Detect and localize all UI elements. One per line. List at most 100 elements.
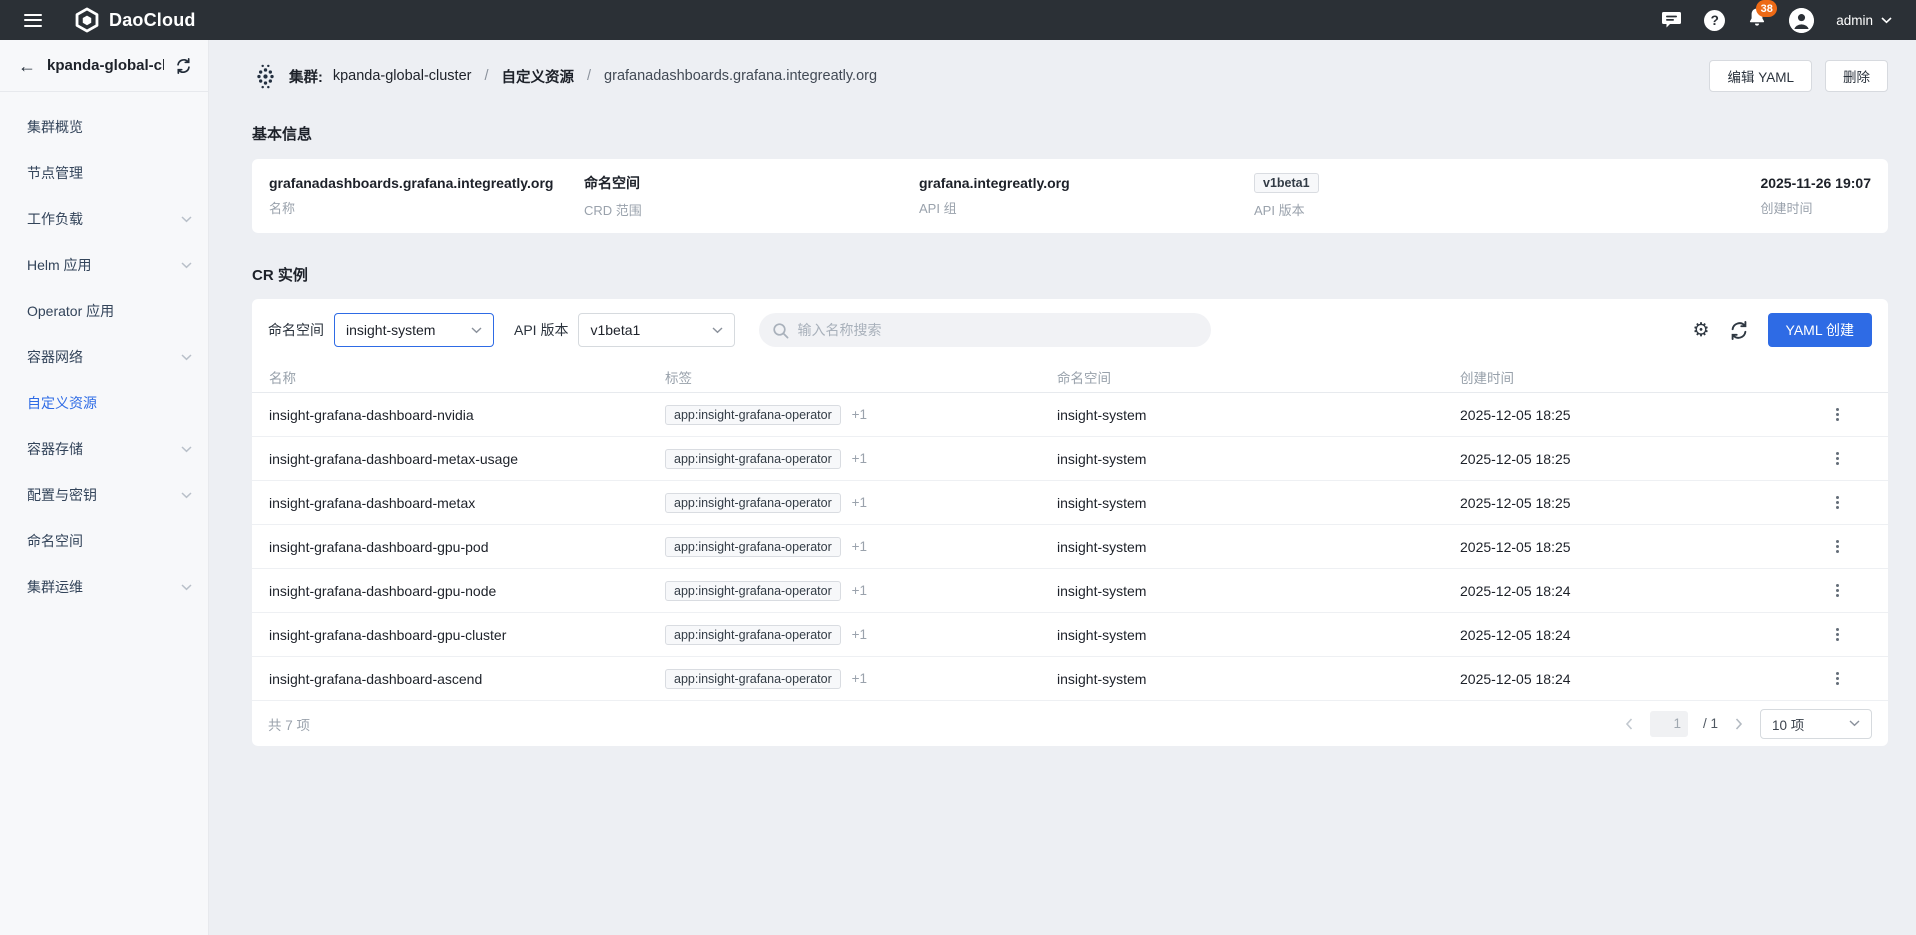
table-body: insight-grafana-dashboard-nvidia app:ins… [252, 393, 1888, 701]
cluster-name: kpanda-global-cl... [47, 57, 164, 74]
sidebar-item[interactable]: 集群概览 [0, 104, 208, 150]
label-more-count: +1 [852, 407, 867, 422]
sidebar-item-label: 节点管理 [27, 163, 192, 183]
column-header-labels: 标签 [665, 367, 1057, 387]
sidebar-item[interactable]: 节点管理 [0, 150, 208, 196]
page-number-input[interactable] [1650, 711, 1688, 737]
sidebar-item[interactable]: 配置与密钥 [0, 472, 208, 518]
user-menu[interactable]: admin [1836, 13, 1892, 28]
help-icon[interactable]: ? [1704, 10, 1725, 31]
cr-name[interactable]: insight-grafana-dashboard-gpu-cluster [269, 627, 665, 643]
breadcrumb-separator: / [587, 68, 591, 84]
label-more-count: +1 [852, 671, 867, 686]
chevron-down-icon [181, 354, 192, 361]
table-row: insight-grafana-dashboard-gpu-cluster ap… [252, 613, 1888, 657]
info-field-value: 命名空间 [584, 173, 919, 193]
sidebar-item[interactable]: 工作负载 [0, 196, 208, 242]
next-page-icon[interactable] [1733, 716, 1745, 732]
info-field: v1beta1 API 版本 [1254, 173, 1760, 219]
kebab-menu-icon[interactable] [1828, 489, 1847, 517]
api-version-tag: v1beta1 [1254, 173, 1319, 193]
table-footer: 共 7 项 / 1 10 项 [252, 701, 1888, 746]
kebab-menu-icon[interactable] [1828, 533, 1847, 561]
cr-created-time: 2025-12-05 18:24 [1460, 671, 1803, 687]
chat-icon[interactable] [1661, 11, 1682, 30]
breadcrumb-cluster-label: 集群: [289, 66, 323, 87]
label-tag: app:insight-grafana-operator [665, 581, 841, 601]
page-size-select[interactable]: 10 项 [1760, 709, 1872, 739]
chevron-down-icon [712, 327, 723, 334]
namespace-select-value: insight-system [346, 322, 435, 338]
kebab-menu-icon[interactable] [1828, 401, 1847, 429]
info-field-label: API 组 [919, 198, 1254, 217]
sidebar-item[interactable]: 容器网络 [0, 334, 208, 380]
cr-name[interactable]: insight-grafana-dashboard-gpu-node [269, 583, 665, 599]
breadcrumb-cluster-value[interactable]: kpanda-global-cluster [333, 68, 472, 84]
gear-icon[interactable]: ⚙ [1692, 321, 1709, 340]
cr-namespace: insight-system [1057, 539, 1460, 555]
sidebar-item-label: Operator 应用 [27, 301, 192, 321]
kebab-menu-icon[interactable] [1828, 577, 1847, 605]
daocloud-logo-icon [74, 7, 100, 33]
label-tag: app:insight-grafana-operator [665, 669, 841, 689]
yaml-create-button[interactable]: YAML 创建 [1768, 313, 1872, 347]
breadcrumb: 集群: kpanda-global-cluster / 自定义资源 / graf… [252, 63, 877, 90]
refresh-icon[interactable] [1729, 321, 1749, 340]
sidebar-item-label: Helm 应用 [27, 255, 181, 275]
back-arrow-icon[interactable]: ← [18, 57, 36, 75]
basic-info-title: 基本信息 [252, 123, 1888, 144]
sidebar-item[interactable]: 集群运维 [0, 564, 208, 610]
sidebar-item-label: 命名空间 [27, 531, 192, 551]
cluster-dots-icon [252, 63, 279, 90]
cr-name[interactable]: insight-grafana-dashboard-metax [269, 495, 665, 511]
api-version-select[interactable]: v1beta1 [578, 313, 735, 347]
cr-namespace: insight-system [1057, 495, 1460, 511]
cr-created-time: 2025-12-05 18:24 [1460, 627, 1803, 643]
kebab-menu-icon[interactable] [1828, 445, 1847, 473]
sidebar-item-label: 集群运维 [27, 577, 181, 597]
info-field: grafana.integreatly.org API 组 [919, 175, 1254, 217]
hamburger-menu-icon[interactable] [24, 10, 42, 30]
sidebar-item[interactable]: Operator 应用 [0, 288, 208, 334]
namespace-filter-label: 命名空间 [268, 320, 324, 340]
avatar[interactable] [1789, 8, 1814, 33]
chevron-down-icon [471, 327, 482, 334]
chevron-down-icon [1881, 17, 1892, 24]
column-header-created: 创建时间 [1460, 367, 1803, 387]
sidebar-item[interactable]: 命名空间 [0, 518, 208, 564]
api-version-select-value: v1beta1 [590, 322, 640, 338]
search-input[interactable] [797, 322, 1198, 338]
sidebar-item-label: 配置与密钥 [27, 485, 181, 505]
switch-cluster-icon[interactable] [175, 58, 192, 74]
cr-name[interactable]: insight-grafana-dashboard-ascend [269, 671, 665, 687]
column-header-name: 名称 [269, 367, 665, 387]
notifications-bell-icon[interactable]: 38 [1747, 7, 1767, 33]
namespace-select[interactable]: insight-system [334, 313, 494, 347]
sidebar-item[interactable]: Helm 应用 [0, 242, 208, 288]
cr-name[interactable]: insight-grafana-dashboard-metax-usage [269, 451, 665, 467]
label-more-count: +1 [852, 627, 867, 642]
chevron-down-icon [181, 492, 192, 499]
edit-yaml-button[interactable]: 编辑 YAML [1709, 60, 1812, 92]
main-content: 集群: kpanda-global-cluster / 自定义资源 / graf… [209, 40, 1916, 935]
sidebar-item[interactable]: 自定义资源 [0, 380, 208, 426]
delete-button[interactable]: 删除 [1825, 60, 1888, 92]
sidebar-item[interactable]: 容器存储 [0, 426, 208, 472]
kebab-menu-icon[interactable] [1828, 621, 1847, 649]
notification-count-badge: 38 [1756, 0, 1777, 17]
brand-name: DaoCloud [109, 10, 196, 31]
api-version-filter-label: API 版本 [514, 320, 568, 340]
table-row: insight-grafana-dashboard-metax-usage ap… [252, 437, 1888, 481]
kebab-menu-icon[interactable] [1828, 665, 1847, 693]
breadcrumb-section[interactable]: 自定义资源 [502, 66, 575, 87]
chevron-down-icon [181, 584, 192, 591]
cr-created-time: 2025-12-05 18:24 [1460, 583, 1803, 599]
cr-name[interactable]: insight-grafana-dashboard-nvidia [269, 407, 665, 423]
info-field-value: grafana.integreatly.org [919, 175, 1254, 191]
prev-page-icon[interactable] [1623, 716, 1635, 732]
cr-instances-title: CR 实例 [252, 264, 1888, 285]
topbar: DaoCloud ? 38 admin [0, 0, 1916, 40]
cr-name[interactable]: insight-grafana-dashboard-gpu-pod [269, 539, 665, 555]
basic-info-card: grafanadashboards.grafana.integreatly.or… [252, 159, 1888, 233]
cr-namespace: insight-system [1057, 671, 1460, 687]
